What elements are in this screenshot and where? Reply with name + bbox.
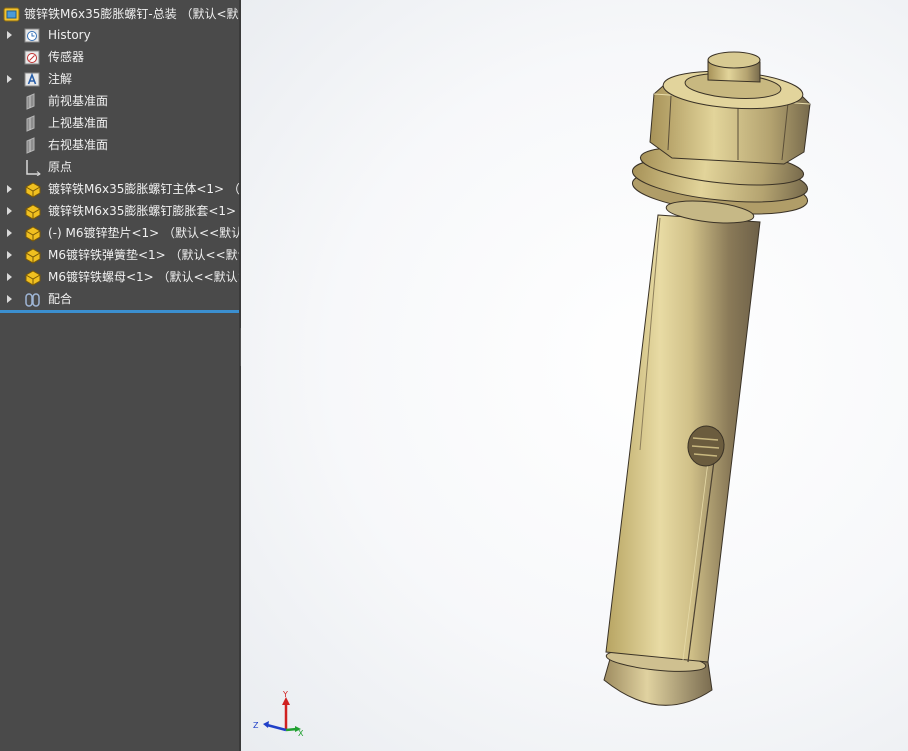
coordinate-triad: Y Z X — [253, 690, 304, 738]
tree-item-component-nut[interactable]: M6镀锌铁螺母<1> （默认<<默认>_ — [0, 266, 239, 288]
triad-label-x: X — [298, 729, 304, 738]
expand-arrow-icon[interactable] — [7, 75, 12, 83]
expand-arrow-icon[interactable] — [7, 185, 12, 193]
expand-arrow-icon[interactable] — [7, 295, 12, 303]
part-icon — [25, 204, 41, 220]
tree-item-sensors[interactable]: 传感器 — [0, 46, 239, 68]
tree-item-label: 原点 — [48, 160, 73, 174]
tree-item-mates[interactable]: 配合 — [0, 288, 239, 310]
tree-item-component-washer[interactable]: (-) M6镀锌垫片<1> （默认<<默认> — [0, 222, 239, 244]
tree-item-label: 前视基准面 — [48, 94, 109, 108]
tree-item-top-plane[interactable]: 上视基准面 — [0, 112, 239, 134]
tree-item-label: 右视基准面 — [48, 138, 109, 152]
assembly-icon — [3, 7, 20, 22]
tree-item-origin[interactable]: 原点 — [0, 156, 239, 178]
expansion-bolt-model[interactable] — [241, 0, 908, 751]
sensor-icon — [24, 50, 40, 65]
tree-item-label: 配合 — [48, 292, 73, 306]
plane-icon — [26, 115, 35, 132]
tree-item-label: M6镀锌铁螺母<1> （默认<<默认>_ — [48, 270, 239, 284]
threaded-stud — [707, 51, 761, 83]
annotation-icon — [24, 72, 40, 87]
expand-arrow-icon[interactable] — [7, 229, 12, 237]
plane-icon — [26, 137, 35, 154]
history-icon — [24, 28, 40, 43]
tree-item-history[interactable]: History — [0, 24, 239, 46]
expand-arrow-icon[interactable] — [7, 273, 12, 281]
mates-icon — [25, 293, 40, 307]
expand-arrow-icon[interactable] — [7, 207, 12, 215]
plane-icon — [26, 93, 35, 110]
expansion-sleeve — [605, 214, 761, 663]
tree-item-label: 注解 — [48, 72, 73, 86]
tree-item-label: History — [48, 28, 91, 42]
tree-item-annotations[interactable]: 注解 — [0, 68, 239, 90]
tree-item-label: M6镀锌铁弹簧垫<1> （默认<<默认 — [48, 248, 239, 262]
triad-label-z: Z — [253, 721, 259, 730]
tree-item-component-spring-washer[interactable]: M6镀锌铁弹簧垫<1> （默认<<默认 — [0, 244, 239, 266]
hex-nut — [649, 70, 811, 165]
part-icon — [25, 270, 41, 286]
expand-arrow-icon[interactable] — [7, 251, 12, 259]
expand-arrow-icon[interactable] — [7, 31, 12, 39]
triad-label-y: Y — [282, 690, 288, 699]
tree-end-rule — [0, 310, 239, 313]
tree-item-label: (-) M6镀锌垫片<1> （默认<<默认> — [48, 226, 239, 240]
tree-item-label: 镀锌铁M6x35膨胀螺钉主体<1> （默 — [48, 182, 239, 196]
tree-root-label: 镀锌铁M6x35膨胀螺钉-总装 （默认<默认 — [24, 7, 239, 21]
tree-item-label: 上视基准面 — [48, 116, 109, 130]
tree-item-component-sleeve[interactable]: 镀锌铁M6x35膨胀螺钉膨胀套<1> （ — [0, 200, 239, 222]
part-icon — [25, 226, 41, 242]
tree-root-assembly[interactable]: 镀锌铁M6x35膨胀螺钉-总装 （默认<默认 — [0, 3, 239, 25]
z-axis-line — [266, 723, 287, 732]
z-axis-arrow — [263, 721, 269, 728]
tree-item-component-body[interactable]: 镀锌铁M6x35膨胀螺钉主体<1> （默 — [0, 178, 239, 200]
part-icon — [25, 182, 41, 198]
feature-manager-tree: 镀锌铁M6x35膨胀螺钉-总装 （默认<默认 History 传感器 注解 前视… — [0, 0, 239, 751]
graphics-viewport[interactable]: Y Z X — [241, 0, 908, 751]
origin-icon — [26, 160, 41, 176]
part-icon — [25, 248, 41, 264]
tree-item-label: 镀锌铁M6x35膨胀螺钉膨胀套<1> （ — [48, 204, 239, 218]
tree-item-label: 传感器 — [48, 50, 85, 64]
tree-item-right-plane[interactable]: 右视基准面 — [0, 134, 239, 156]
tree-item-front-plane[interactable]: 前视基准面 — [0, 90, 239, 112]
